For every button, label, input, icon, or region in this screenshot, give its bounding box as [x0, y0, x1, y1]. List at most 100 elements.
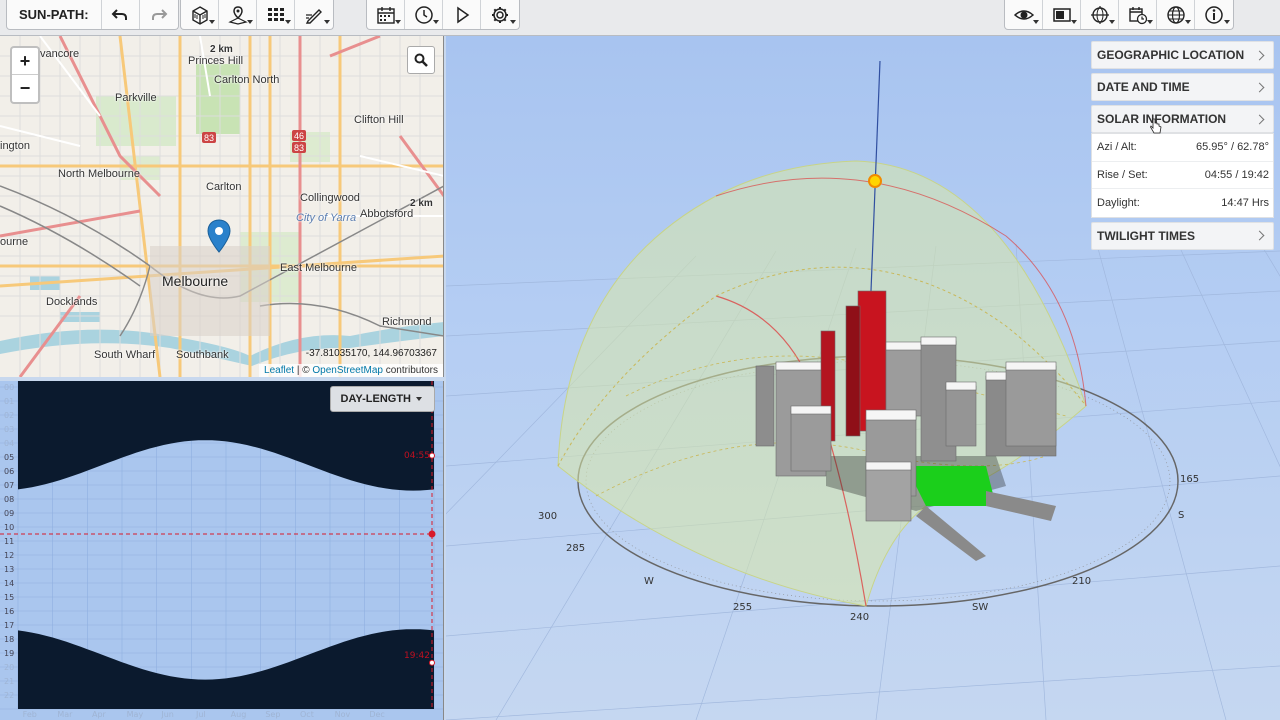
hour-tick-label: 18: [4, 635, 15, 644]
map-label: 2 km: [210, 44, 233, 55]
solar-information-header[interactable]: SOLAR INFORMATION: [1091, 105, 1274, 133]
map-label: Southbank: [176, 349, 229, 361]
hour-tick-label: 01: [4, 397, 15, 406]
calendar-clock-button[interactable]: [1119, 0, 1157, 29]
compass-label: 255: [733, 602, 752, 613]
zoom-in-button[interactable]: +: [12, 48, 38, 75]
hour-tick-label: 09: [4, 509, 15, 518]
zoom-control: + −: [10, 46, 40, 104]
hour-tick-label: 04: [4, 439, 15, 448]
chevron-right-icon: [1254, 114, 1265, 124]
mouse-cursor-icon: [1150, 118, 1162, 134]
map-label: Parkville: [115, 92, 157, 104]
solar-info-row: Rise / Set: 04:55 / 19:42: [1092, 162, 1273, 189]
map-label: Docklands: [46, 296, 98, 308]
hour-tick-label: 00: [4, 383, 15, 392]
map-label: Melbourne: [162, 273, 229, 289]
search-icon: [414, 53, 428, 67]
settings-button[interactable]: [481, 0, 519, 29]
hour-tick-label: 15: [4, 593, 15, 602]
month-tick-label: Dec: [369, 710, 385, 719]
sunrise-time-label: 04:55: [404, 451, 430, 461]
location-button[interactable]: [219, 0, 257, 29]
svg-text:83: 83: [294, 143, 304, 153]
hour-tick-label: 02: [4, 411, 15, 420]
location-icon: [227, 5, 248, 25]
day-length-chart[interactable]: 00 01 02 03 04 05 06 07 08 09 10 11 12 13 14 15 16 17 18 19…: [0, 381, 444, 720]
compass-label: 165: [1180, 474, 1199, 485]
location-map[interactable]: 83 46 83 vancore 2 km Princes Hill Carlt…: [0, 36, 444, 377]
display-button[interactable]: [1043, 0, 1081, 29]
osm-link[interactable]: OpenStreetMap: [312, 365, 383, 376]
eye-button[interactable]: [1005, 0, 1043, 29]
hour-tick-label: 17: [4, 621, 15, 630]
svg-text:46: 46: [294, 131, 304, 141]
twilight-times-header[interactable]: TWILIGHT TIMES: [1091, 221, 1274, 250]
map-attribution: Leaflet | © OpenStreetMap contributors: [259, 364, 443, 377]
location-pin-icon[interactable]: [207, 219, 231, 253]
clock-icon: [414, 5, 433, 24]
date-time-header[interactable]: DATE AND TIME: [1091, 73, 1274, 101]
undo-button[interactable]: [102, 0, 140, 29]
calendar-icon: [376, 6, 395, 24]
month-tick-label: Nov: [334, 710, 351, 719]
hour-tick-label: 07: [4, 481, 15, 490]
display-icon: [1052, 7, 1071, 22]
hour-tick-label: 20: [4, 663, 15, 672]
map-label: Collingwood: [300, 192, 360, 204]
hour-tick-label: 21: [4, 677, 15, 686]
globe-icon: [1166, 5, 1185, 24]
map-label: Carlton: [206, 181, 242, 193]
calendar-clock-icon: [1128, 6, 1147, 24]
zoom-out-button[interactable]: −: [12, 75, 38, 102]
month-tick-label: Jul: [196, 710, 206, 719]
month-tick-label: Jun: [161, 710, 174, 719]
hour-tick-label: 03: [4, 425, 15, 434]
chevron-right-icon: [1254, 50, 1265, 60]
hour-tick-label: 05: [4, 453, 15, 462]
info-icon: [1205, 5, 1223, 24]
day-length-dropdown[interactable]: DAY-LENGTH: [329, 386, 435, 412]
month-tick-label: Sep: [265, 710, 281, 719]
map-label: Princes Hill: [188, 55, 244, 67]
play-button[interactable]: [443, 0, 481, 29]
month-tick-label: Feb: [22, 710, 37, 719]
daylight-label: Daylight:: [1097, 196, 1140, 209]
geographic-location-header[interactable]: GEOGRAPHIC LOCATION: [1091, 41, 1274, 69]
hour-tick-label: 19: [4, 649, 15, 658]
app-title: SUN-PATH:: [7, 0, 102, 29]
map-search-button[interactable]: [407, 46, 435, 74]
time-tools-group: [366, 0, 520, 30]
redo-icon: [151, 8, 167, 20]
sunset-time-label: 19:42: [404, 651, 430, 661]
rise-set-label: Rise / Set:: [1097, 168, 1148, 181]
twilight-times-title: TWILIGHT TIMES: [1097, 228, 1195, 243]
hour-tick-label: 22: [4, 691, 15, 700]
hour-tick-label: 14: [4, 579, 15, 588]
compass-label: S: [1178, 510, 1184, 521]
solar-info-row: Daylight: 14:47 Hrs: [1092, 189, 1273, 217]
grid-button[interactable]: [257, 0, 295, 29]
app-tools-group: SUN-PATH:: [6, 0, 179, 30]
map-tiles: 83 46 83: [0, 36, 443, 377]
clock-button[interactable]: [405, 0, 443, 29]
info-button[interactable]: [1195, 0, 1233, 29]
map-label: Richmond: [382, 316, 432, 328]
draw-button[interactable]: [295, 0, 333, 29]
hour-tick-label: 13: [4, 565, 15, 574]
leaflet-link[interactable]: Leaflet: [264, 365, 294, 376]
calendar-button[interactable]: [367, 0, 405, 29]
model-button[interactable]: [181, 0, 219, 29]
redo-button[interactable]: [140, 0, 178, 29]
toolbar: SUN-PATH:: [0, 0, 1280, 36]
month-tick-label: Aug: [230, 710, 247, 719]
hour-tick-label: 08: [4, 495, 15, 504]
month-tick-label: Mar: [57, 710, 73, 719]
month-tick-label: Oct: [300, 710, 314, 719]
map-label: vancore: [40, 48, 80, 60]
compass-label: 210: [1072, 576, 1091, 587]
globe-button[interactable]: [1157, 0, 1195, 29]
map-label: 2 km: [410, 198, 433, 209]
globe-grid-button[interactable]: [1081, 0, 1119, 29]
map-label: ington: [0, 140, 30, 152]
